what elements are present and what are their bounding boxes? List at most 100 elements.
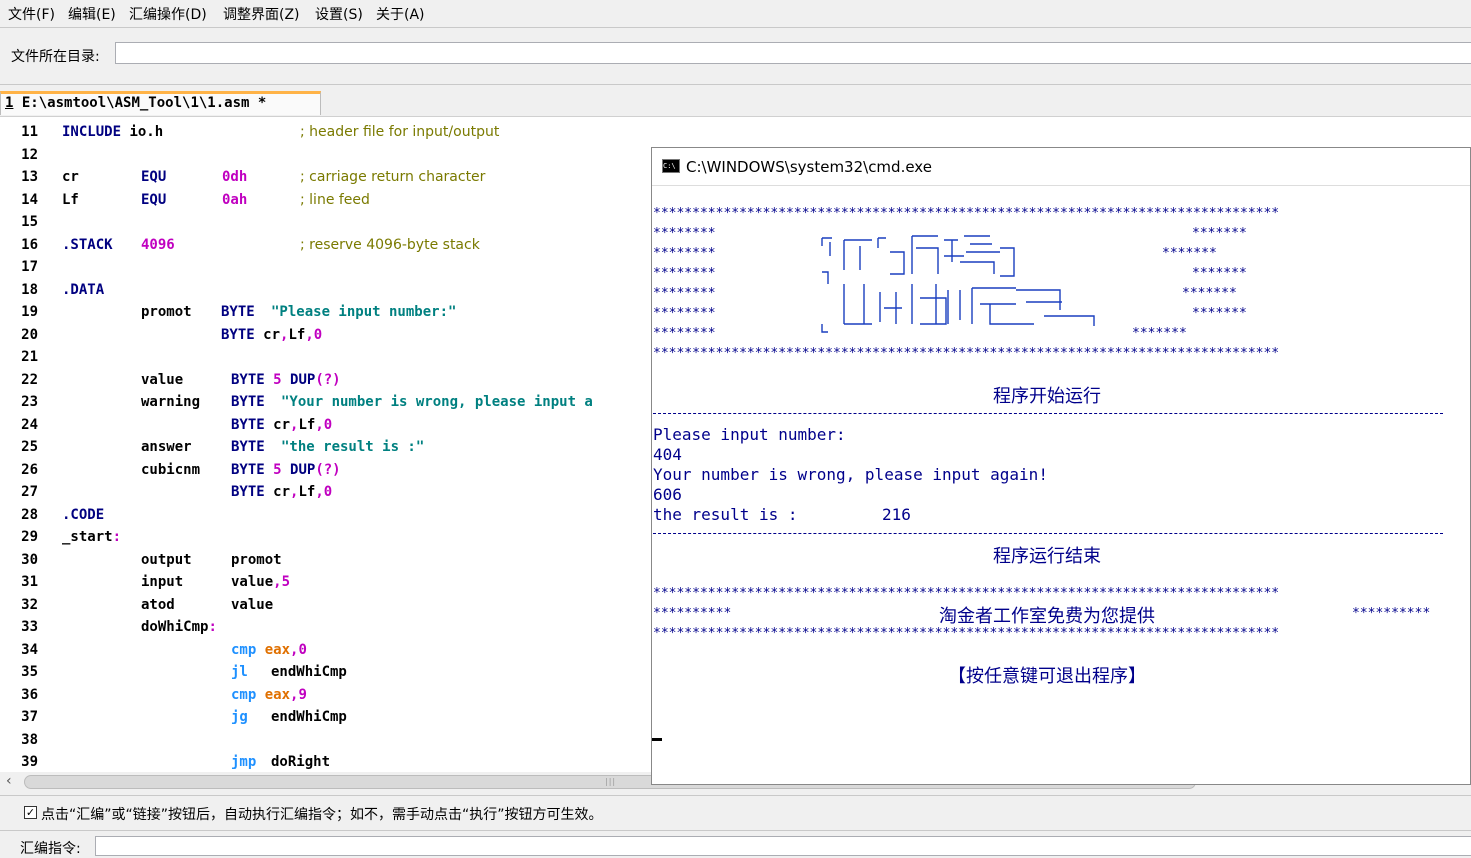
operator: , (315, 484, 324, 500)
scroll-left-arrow-icon[interactable]: ‹ (6, 773, 12, 789)
divider (0, 795, 1471, 796)
line-number: 12 (21, 147, 38, 163)
comment: ; reserve 4096-byte stack (300, 237, 480, 253)
menu-assemble[interactable]: 汇编操作(D) (129, 4, 207, 24)
instruction: jl (231, 664, 248, 680)
comment: ; carriage return character (300, 169, 486, 185)
number: 5 (281, 574, 291, 590)
token: promot (141, 304, 192, 320)
line-number: 27 (21, 484, 38, 500)
stars-left: ******** (653, 246, 716, 261)
operator: (?) (315, 462, 341, 478)
string: "Your number is wrong, please input a (281, 394, 593, 410)
token: value (231, 574, 274, 590)
token: input (141, 574, 184, 590)
directory-input[interactable] (115, 42, 1471, 64)
divider (0, 27, 1471, 28)
number: 0 (313, 327, 323, 343)
code-text: INCLUDE io.h (62, 124, 163, 140)
number: 0 (323, 484, 333, 500)
instruction: jg (231, 709, 248, 725)
menu-about[interactable]: 关于(A) (376, 4, 425, 24)
ascii-banner-logo (821, 235, 1095, 333)
instruction: cmp (231, 642, 257, 658)
divider (0, 830, 1471, 831)
operator: : (112, 529, 122, 545)
token: value (231, 597, 274, 613)
code-text: BYTE cr,Lf,0 (231, 484, 332, 500)
keyword: BYTE (231, 394, 265, 410)
auto-exec-checkbox[interactable]: ✓ (24, 806, 37, 819)
line-number: 23 (21, 394, 38, 410)
keyword: EQU (141, 192, 167, 208)
line-number: 19 (21, 304, 38, 320)
line-number: 24 (21, 417, 38, 433)
code-text: BYTE 5 DUP(?) (231, 462, 341, 478)
stars-left: ******** (653, 226, 716, 241)
token: cr (263, 327, 281, 343)
line-number: 39 (21, 754, 38, 770)
keyword: BYTE (231, 417, 265, 433)
menu-settings[interactable]: 设置(S) (315, 4, 363, 24)
menu-layout[interactable]: 调整界面(Z) (223, 4, 300, 24)
token: cubicnm (141, 462, 201, 478)
warning-text: Your number is wrong, please input again… (653, 465, 1048, 484)
comment: ; line feed (300, 192, 370, 208)
menu-edit[interactable]: 编辑(E) (68, 4, 116, 24)
token: warning (141, 394, 201, 410)
console-titlebar[interactable]: C:\ C:\WINDOWS\system32\cmd.exe (652, 148, 1470, 186)
directory-label: 文件所在目录: (11, 49, 100, 65)
line-number: 13 (21, 169, 38, 185)
line-number: 17 (21, 259, 38, 275)
menu-file[interactable]: 文件(F) (8, 4, 55, 24)
tab-file-1[interactable]: 1 E:\asmtool\ASM_Tool\1\1.asm * (0, 91, 321, 115)
keyword: BYTE (231, 484, 265, 500)
keyword: INCLUDE (62, 124, 122, 140)
code-text: BYTE 5 DUP(?) (231, 372, 341, 388)
stars-row: ****************************************… (653, 626, 1280, 641)
line-number: 33 (21, 619, 38, 635)
code-text: doWhiCmp: (141, 619, 217, 635)
console-window[interactable]: C:\ C:\WINDOWS\system32\cmd.exe ********… (651, 147, 1471, 785)
number: 5 (273, 462, 282, 478)
stars-right: ******* (1132, 326, 1187, 341)
result-label: the result is : (653, 505, 798, 524)
keyword: .CODE (62, 507, 105, 523)
asm-command-input[interactable] (95, 836, 1471, 856)
string: "Please input number:" (271, 304, 457, 320)
operator: (?) (315, 372, 341, 388)
instruction: cmp (231, 687, 257, 703)
token: Lf (298, 417, 316, 433)
number: 9 (298, 687, 307, 703)
check-icon: ✓ (25, 806, 36, 819)
register: eax (264, 687, 291, 703)
line-number: 22 (21, 372, 38, 388)
console-app-icon: C:\ (662, 159, 680, 173)
console-body[interactable]: ****************************************… (652, 186, 1470, 784)
credit-text: 淘金者工作室免费为您提供 (939, 606, 1155, 627)
dashed-divider (653, 413, 1443, 414)
console-cursor (652, 738, 662, 741)
menu-bar: 文件(F) 编辑(E) 汇编操作(D) 调整界面(Z) 设置(S) 关于(A) (0, 0, 1471, 26)
code-text: BYTE cr,Lf,0 (231, 417, 332, 433)
stars-right: ******* (1192, 306, 1247, 321)
code-text: _start: (62, 529, 121, 545)
user-input-2: 606 (653, 485, 682, 504)
stars-right: ******* (1182, 286, 1237, 301)
line-number: 31 (21, 574, 38, 590)
line-number: 18 (21, 282, 38, 298)
prompt-text: Please input number: (653, 425, 846, 444)
line-number: 15 (21, 214, 38, 230)
line-number: 26 (21, 462, 38, 478)
line-number: 30 (21, 552, 38, 568)
token: io.h (121, 124, 164, 140)
token: endWhiCmp (271, 664, 347, 680)
keyword: BYTE (231, 462, 265, 478)
token: promot (231, 552, 282, 568)
operator: , (305, 327, 314, 343)
token: value (141, 372, 184, 388)
label: _start (62, 529, 113, 545)
start-message: 程序开始运行 (993, 386, 1101, 407)
line-number: 25 (21, 439, 38, 455)
asm-command-label: 汇编指令: (20, 841, 81, 857)
